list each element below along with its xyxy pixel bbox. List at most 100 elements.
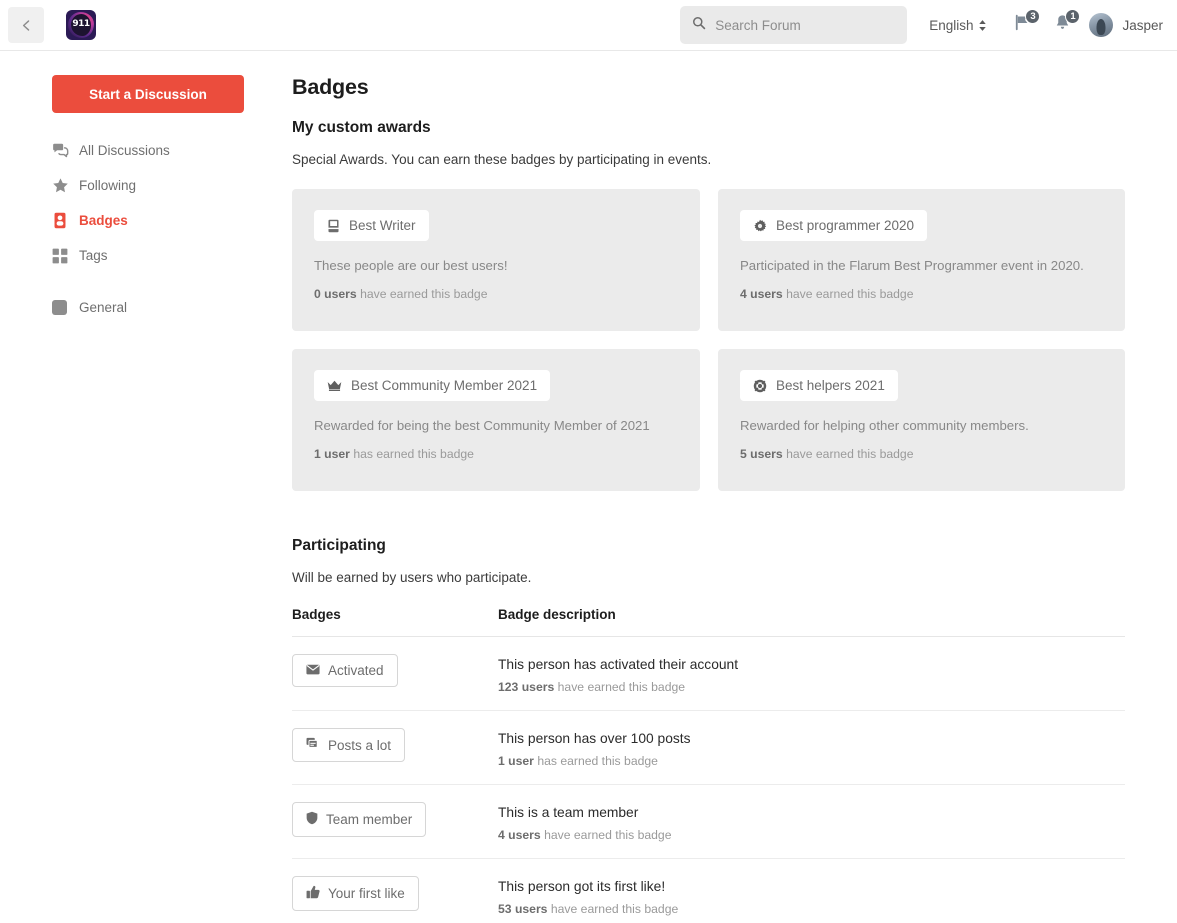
sidebar-nav: All Discussions Following Badges Tags (52, 133, 292, 325)
row-badge-cell: Posts a lot (292, 728, 498, 762)
badge-count-value: 5 users (740, 447, 783, 461)
badge-description: Participated in the Flarum Best Programm… (740, 258, 1103, 273)
search-box[interactable] (680, 6, 907, 44)
chevron-updown-icon (978, 19, 987, 32)
sidebar-divider (52, 273, 292, 290)
participating-table-header: Badges Badge description (292, 607, 1125, 637)
row-count-value: 53 users (498, 902, 547, 916)
flags-button[interactable]: 3 (1009, 10, 1035, 40)
sidebar-item-all-discussions[interactable]: All Discussions (52, 133, 292, 168)
row-description-cell: This is a team member 4 users have earne… (498, 802, 671, 842)
row-count: 123 users have earned this badge (498, 680, 738, 694)
notifications-button[interactable]: 1 (1049, 10, 1075, 40)
forum-logo[interactable]: 911 (66, 10, 96, 40)
back-button[interactable] (8, 7, 44, 43)
sidebar-item-label: Following (79, 178, 136, 193)
copy-posts-icon (306, 737, 320, 753)
row-count-suffix: have earned this badge (551, 902, 678, 916)
badge-count: 4 users have earned this badge (740, 287, 1103, 301)
badge-name: Posts a lot (328, 738, 391, 753)
life-ring-icon (753, 379, 767, 393)
badge-name: Best Writer (349, 218, 416, 233)
row-count: 4 users have earned this badge (498, 828, 671, 842)
row-count: 53 users have earned this badge (498, 902, 678, 916)
badge-count: 5 users have earned this badge (740, 447, 1103, 461)
thumbs-up-icon (306, 885, 320, 902)
row-count-suffix: have earned this badge (558, 680, 685, 694)
badge-pill[interactable]: Best helpers 2021 (740, 370, 898, 401)
badge-card: Best programmer 2020 Participated in the… (718, 189, 1125, 331)
id-badge-icon (52, 212, 79, 229)
book-icon (327, 219, 340, 233)
badge-count-value: 0 users (314, 287, 357, 301)
badge-pill[interactable]: Activated (292, 654, 398, 687)
badge-card: Best Writer These people are our best us… (292, 189, 700, 331)
row-description-cell: This person has over 100 posts 1 user ha… (498, 728, 691, 768)
badge-pill[interactable]: Posts a lot (292, 728, 405, 762)
badge-pill[interactable]: Best Community Member 2021 (314, 370, 550, 401)
shield-icon (306, 811, 318, 828)
custom-awards-description: Special Awards. You can earn these badge… (292, 152, 1125, 167)
row-badge-cell: Team member (292, 802, 498, 837)
sidebar-item-tags[interactable]: Tags (52, 238, 292, 273)
badge-count-suffix: have earned this badge (360, 287, 487, 301)
sidebar-item-label: All Discussions (79, 143, 170, 158)
sidebar: Start a Discussion All Discussions Follo… (0, 75, 292, 923)
avatar (1089, 13, 1113, 37)
sidebar-item-label: Badges (79, 213, 128, 228)
page-title: Badges (292, 75, 1125, 100)
cog-icon (753, 219, 767, 233)
star-icon (52, 177, 79, 194)
row-count-value: 4 users (498, 828, 541, 842)
page-body: Start a Discussion All Discussions Follo… (0, 51, 1177, 923)
start-discussion-button[interactable]: Start a Discussion (52, 75, 244, 113)
row-count-suffix: have earned this badge (544, 828, 671, 842)
row-description: This person has activated their account (498, 657, 738, 672)
crown-icon (327, 379, 342, 392)
user-name: Jasper (1122, 18, 1163, 33)
badge-count: 0 users have earned this badge (314, 287, 678, 301)
language-label: English (929, 18, 973, 33)
badge-count-value: 4 users (740, 287, 783, 301)
sidebar-item-label: Tags (79, 248, 108, 263)
flags-count-badge: 3 (1025, 9, 1040, 24)
envelope-icon (306, 663, 320, 678)
row-description: This is a team member (498, 805, 671, 820)
badge-pill[interactable]: Your first like (292, 876, 419, 911)
badge-name: Team member (326, 812, 412, 827)
badge-count: 1 user has earned this badge (314, 447, 678, 461)
badge-name: Best programmer 2020 (776, 218, 914, 233)
table-row: Your first like This person got its firs… (292, 859, 1125, 923)
table-row: Posts a lot This person has over 100 pos… (292, 711, 1125, 785)
column-header-description: Badge description (498, 607, 616, 622)
participating-description: Will be earned by users who participate. (292, 570, 1125, 585)
participating-heading: Participating (292, 537, 1125, 555)
sidebar-item-badges[interactable]: Badges (52, 203, 292, 238)
badge-count-suffix: have earned this badge (786, 287, 913, 301)
row-description-cell: This person has activated their account … (498, 654, 738, 694)
language-selector[interactable]: English (929, 18, 987, 33)
sidebar-item-following[interactable]: Following (52, 168, 292, 203)
badge-name: Your first like (328, 886, 405, 901)
user-menu[interactable]: Jasper (1089, 13, 1163, 37)
badge-description: Rewarded for being the best Community Me… (314, 418, 678, 433)
row-count-value: 1 user (498, 754, 534, 768)
comments-icon (52, 142, 79, 159)
column-header-badges: Badges (292, 607, 498, 622)
badge-pill[interactable]: Best programmer 2020 (740, 210, 927, 241)
badge-name: Best helpers 2021 (776, 378, 885, 393)
tag-swatch-icon (52, 300, 79, 315)
badge-pill[interactable]: Team member (292, 802, 426, 837)
row-count-value: 123 users (498, 680, 554, 694)
search-input[interactable] (715, 18, 895, 33)
sidebar-item-general[interactable]: General (52, 290, 292, 325)
notifications-count-badge: 1 (1065, 9, 1080, 24)
badge-count-suffix: have earned this badge (786, 447, 913, 461)
chevron-left-icon (20, 19, 33, 32)
row-badge-cell: Your first like (292, 876, 498, 911)
sidebar-item-label: General (79, 300, 127, 315)
row-count: 1 user has earned this badge (498, 754, 691, 768)
badge-pill[interactable]: Best Writer (314, 210, 429, 241)
row-description: This person has over 100 posts (498, 731, 691, 746)
row-count-suffix: has earned this badge (537, 754, 658, 768)
